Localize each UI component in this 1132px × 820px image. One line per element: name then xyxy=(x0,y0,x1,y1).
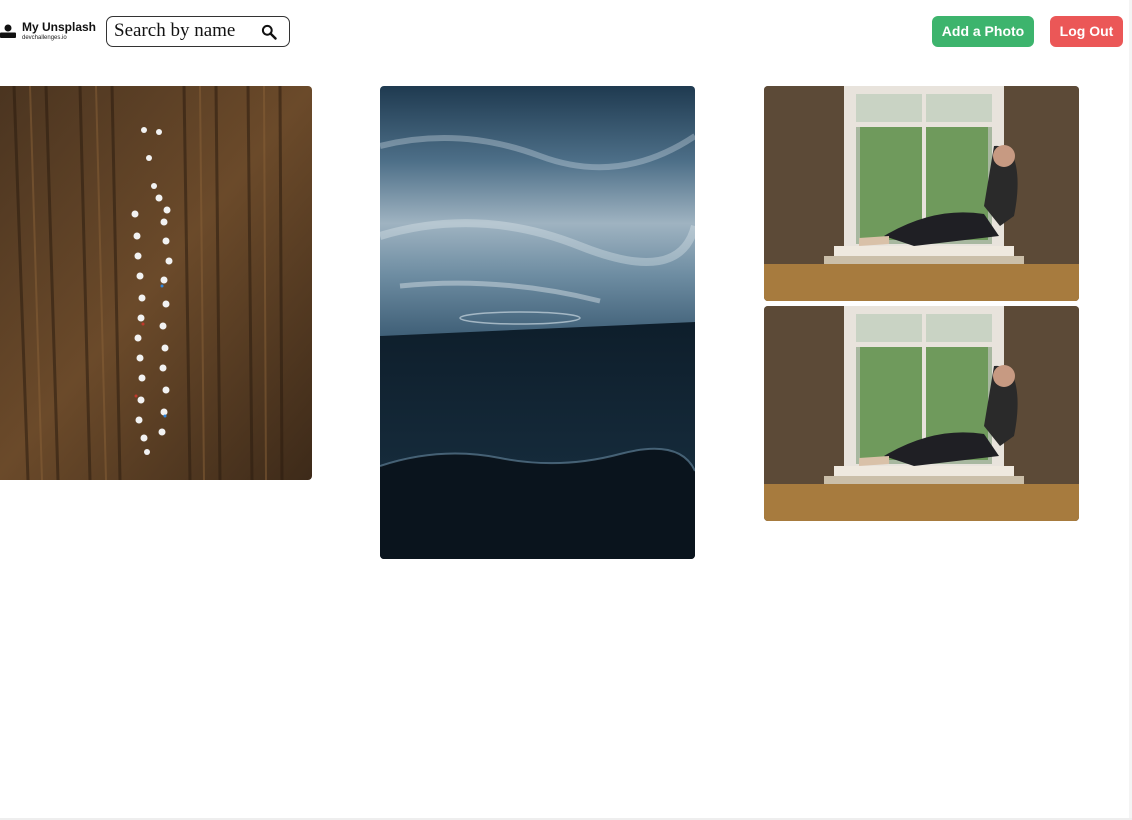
window-woman-image-1 xyxy=(764,86,1079,301)
stormy-sea-image xyxy=(380,86,695,559)
photo-window-woman-1[interactable] xyxy=(764,86,1079,301)
search-icon[interactable] xyxy=(261,24,277,40)
photo-aerial-field[interactable] xyxy=(0,86,312,480)
logo-subtitle: devchallenges.io xyxy=(22,35,67,41)
photo-window-woman-2[interactable] xyxy=(764,306,1079,521)
window-woman-image-2 xyxy=(764,306,1079,521)
add-photo-button[interactable]: Add a Photo xyxy=(932,16,1034,47)
log-out-button[interactable]: Log Out xyxy=(1050,16,1123,47)
search-box xyxy=(106,16,290,47)
logo[interactable]: My Unsplash devchallenges.io xyxy=(0,18,96,46)
search-input[interactable] xyxy=(114,20,254,42)
logo-name: My Unsplash xyxy=(22,20,97,34)
aerial-field-image xyxy=(0,86,312,480)
photo-stormy-sea[interactable] xyxy=(380,86,695,559)
logo-person-icon xyxy=(0,24,16,38)
